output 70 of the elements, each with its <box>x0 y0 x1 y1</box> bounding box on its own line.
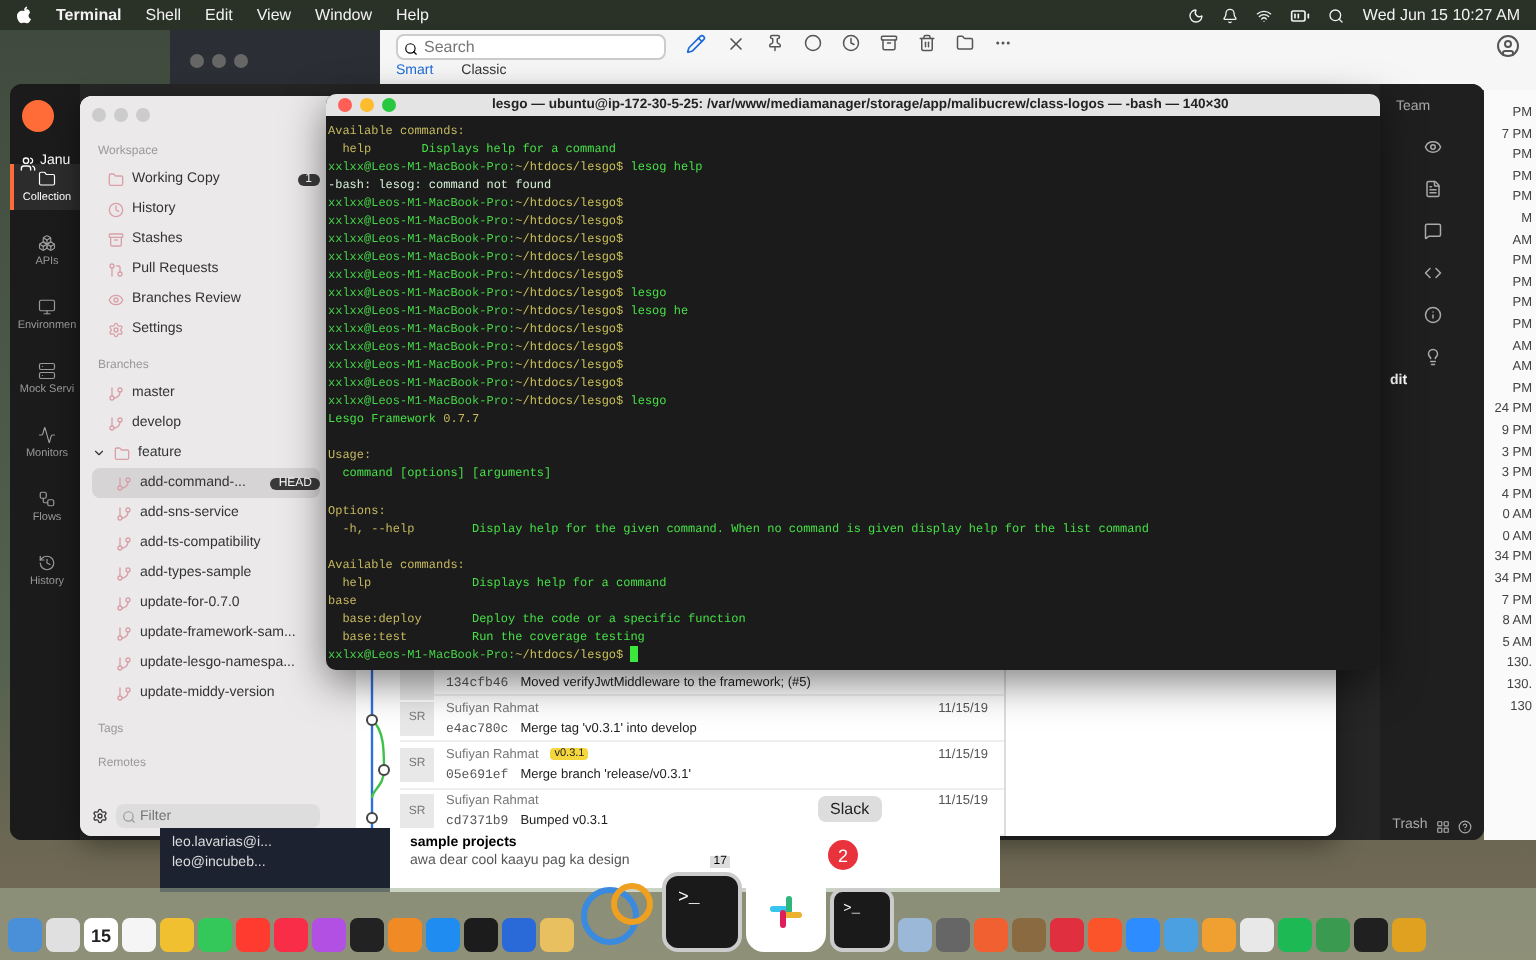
branch-icon <box>116 505 132 521</box>
search-field[interactable]: Search <box>396 34 666 60</box>
trash-icon[interactable] <box>918 34 936 52</box>
circle-icon[interactable] <box>804 34 822 52</box>
menu-item[interactable]: Edit <box>205 6 233 24</box>
nav-icon <box>38 170 56 188</box>
search-icon <box>122 809 136 823</box>
sidebar-icon <box>108 231 124 247</box>
battery-icon[interactable] <box>1290 5 1311 25</box>
calendar-app-icon[interactable]: 15 <box>84 918 118 952</box>
sidebar-icon <box>108 291 124 307</box>
app-icon[interactable] <box>350 918 384 952</box>
user-icon[interactable] <box>1496 34 1520 58</box>
menu-clock[interactable]: Wed Jun 15 10:27 AM <box>1362 6 1520 24</box>
archive-icon[interactable] <box>880 34 898 52</box>
branch-icon <box>116 625 132 641</box>
app-icon[interactable] <box>1240 918 1274 952</box>
lightbulb-icon[interactable] <box>1423 348 1441 366</box>
app-icon[interactable] <box>1354 918 1388 952</box>
menu-item[interactable]: Window <box>315 6 372 24</box>
comment-icon[interactable] <box>1423 222 1441 240</box>
code-icon[interactable] <box>1423 264 1441 282</box>
window-controls-drawing[interactable] <box>190 53 248 67</box>
sidebar-icon <box>108 261 124 277</box>
sidebar-icon <box>108 321 124 337</box>
branch-icon <box>108 415 124 431</box>
moon-icon[interactable] <box>1188 7 1205 23</box>
menu-item[interactable]: Terminal <box>56 6 122 24</box>
app-icon[interactable] <box>464 918 498 952</box>
wifi-icon[interactable] <box>1256 7 1273 23</box>
clock-icon[interactable] <box>842 34 860 52</box>
branch-icon <box>116 535 132 551</box>
nav-icon <box>38 490 56 508</box>
tooltip: Slack <box>818 796 882 822</box>
settings-icon[interactable] <box>92 808 108 824</box>
search-icon[interactable] <box>1328 7 1345 23</box>
nav-icon <box>38 426 56 444</box>
folder-icon <box>114 445 130 461</box>
terminal-app-icon[interactable]: >_ <box>662 872 742 952</box>
document-icon[interactable] <box>1423 180 1441 198</box>
branch-icon <box>108 385 124 401</box>
apple-logo-icon[interactable] <box>16 6 32 24</box>
menu-item[interactable]: Shell <box>145 6 182 24</box>
branch-icon <box>116 565 132 581</box>
pin-icon[interactable] <box>766 34 784 52</box>
branch-icon <box>116 475 132 491</box>
nav-icon <box>38 298 56 316</box>
nav-icon <box>38 234 56 252</box>
compose-icon[interactable] <box>686 34 706 54</box>
sidebar-icon <box>108 171 124 187</box>
app-icon[interactable] <box>46 918 80 952</box>
app-icon[interactable] <box>122 918 156 952</box>
chevron-icon[interactable] <box>92 446 106 460</box>
bell-icon[interactable] <box>1222 7 1239 23</box>
nav-icon <box>38 554 56 572</box>
layout-icon[interactable] <box>1435 819 1450 833</box>
help-icon[interactable] <box>1457 819 1472 833</box>
menu-item[interactable]: Help <box>396 6 429 24</box>
close-icon[interactable] <box>726 34 746 54</box>
menu-item[interactable]: View <box>256 6 292 24</box>
branch-icon <box>116 685 132 701</box>
branch-icon <box>116 595 132 611</box>
people-icon <box>20 156 36 172</box>
eye-icon[interactable] <box>1423 138 1441 156</box>
search-icon <box>404 42 418 56</box>
folder-icon[interactable] <box>956 34 974 52</box>
info-icon[interactable] <box>1423 306 1441 324</box>
sidebar-icon <box>108 201 124 217</box>
nav-icon <box>38 362 56 380</box>
branch-icon <box>116 655 132 671</box>
